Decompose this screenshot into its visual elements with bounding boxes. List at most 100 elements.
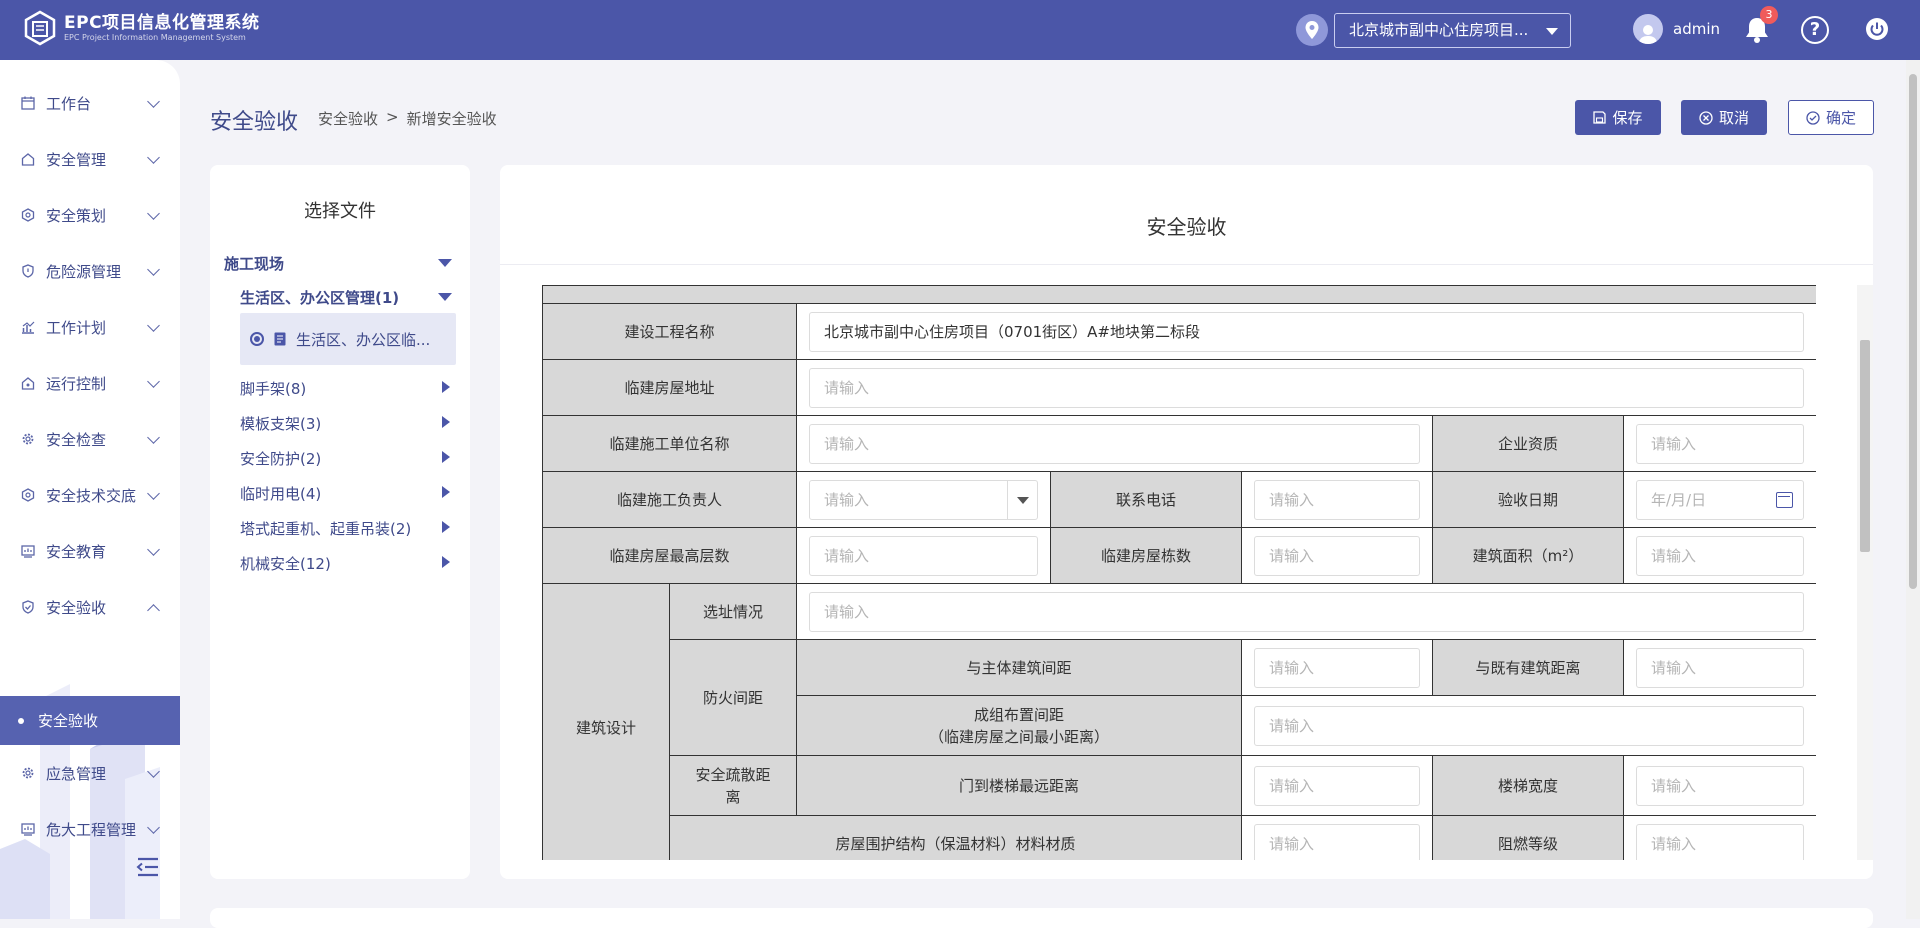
- triangle-right-icon[interactable]: [442, 556, 450, 568]
- tree-category[interactable]: 临时用电(4): [240, 483, 321, 504]
- label-site: 选址情况: [669, 583, 797, 640]
- triangle-down-icon[interactable]: [438, 259, 452, 267]
- document-icon: [274, 332, 286, 346]
- unit-input[interactable]: 请输入: [809, 423, 1420, 464]
- date-input[interactable]: 年/月/日: [1636, 479, 1805, 520]
- submenu-safety-acceptance[interactable]: 安全验收: [0, 696, 180, 745]
- save-icon: [1593, 111, 1607, 124]
- menu-label: 工作台: [46, 94, 92, 113]
- label-evac-line2: 离: [725, 787, 741, 806]
- exist-dist-input[interactable]: 请输入: [1636, 647, 1805, 688]
- confirm-button[interactable]: 确定: [1788, 100, 1874, 135]
- submenu-label: 安全验收: [38, 712, 99, 730]
- menu-safety-management[interactable]: 安全管理: [0, 131, 180, 187]
- flame-input[interactable]: 请输入: [1636, 823, 1805, 860]
- radio-selected-icon[interactable]: [250, 332, 264, 346]
- envelope-input[interactable]: 请输入: [1254, 823, 1420, 860]
- caret-down-icon[interactable]: [1007, 480, 1037, 519]
- tree-group-living-office[interactable]: 生活区、办公区管理(1): [240, 287, 399, 308]
- tree-category[interactable]: 脚手架(8): [240, 378, 306, 399]
- main-dist-input[interactable]: 请输入: [1254, 647, 1420, 688]
- triangle-right-icon[interactable]: [442, 451, 450, 463]
- floors-input[interactable]: 请输入: [809, 535, 1038, 576]
- breadcrumb-item[interactable]: 安全验收: [318, 108, 378, 129]
- label-main-dist: 与主体建筑间距: [796, 639, 1242, 696]
- address-input[interactable]: 请输入: [809, 367, 1805, 408]
- label-count: 临建房屋栋数: [1050, 527, 1242, 584]
- bottom-card: [210, 908, 1873, 928]
- phone-input[interactable]: 请输入: [1254, 479, 1420, 520]
- stair-width-input[interactable]: 请输入: [1636, 765, 1805, 806]
- count-input[interactable]: 请输入: [1254, 535, 1420, 576]
- tree-category[interactable]: 塔式起重机、起重吊装(2): [240, 518, 411, 539]
- triangle-right-icon[interactable]: [442, 381, 450, 393]
- power-icon[interactable]: [1864, 16, 1890, 42]
- menu-major-hazard-projects[interactable]: 危大工程管理: [0, 801, 180, 857]
- tree-category[interactable]: 安全防护(2): [240, 448, 321, 469]
- table-header-strip: [542, 285, 1816, 304]
- monitor-icon: [20, 543, 36, 559]
- menu-safety-planning[interactable]: 安全策划: [0, 187, 180, 243]
- help-icon[interactable]: ?: [1801, 16, 1829, 44]
- tree-root-construction-site[interactable]: 施工现场: [224, 253, 284, 274]
- form-scrollbar-thumb[interactable]: [1860, 340, 1870, 552]
- form-table-scroll[interactable]: 建设工程名称 北京城市副中心住房项目（0701街区）A#地块第二标段 临建房屋地…: [542, 285, 1816, 860]
- menu-safety-inspection[interactable]: 安全检查: [0, 411, 180, 467]
- menu-hazard-management[interactable]: 危险源管理: [0, 243, 180, 299]
- tree-category[interactable]: 机械安全(12): [240, 553, 331, 574]
- menu-safety-education[interactable]: 安全教育: [0, 523, 180, 579]
- chevron-down-icon: [147, 95, 160, 108]
- cell: 请输入: [796, 471, 1051, 528]
- page-scrollbar-thumb[interactable]: [1909, 74, 1917, 589]
- cell: 年/月/日: [1622, 471, 1816, 528]
- home-icon: [20, 151, 36, 167]
- menu-safety-acceptance[interactable]: 安全验收: [0, 579, 180, 635]
- triangle-right-icon[interactable]: [442, 416, 450, 428]
- monitor-icon: [20, 821, 36, 837]
- menu-work-plan[interactable]: 工作计划: [0, 299, 180, 355]
- chevron-down-icon: [147, 319, 160, 332]
- selected-file-item[interactable]: 生活区、办公区临...: [240, 313, 456, 365]
- file-name: 生活区、办公区临...: [296, 330, 431, 349]
- menu-emergency[interactable]: 应急管理: [0, 745, 180, 801]
- area-input[interactable]: 请输入: [1636, 535, 1805, 576]
- calendar-icon[interactable]: [1776, 491, 1794, 508]
- menu-operation-control[interactable]: 运行控制: [0, 355, 180, 411]
- menu-safety-briefing[interactable]: 安全技术交底: [0, 467, 180, 523]
- cell: 请输入: [1622, 815, 1816, 860]
- triangle-down-icon[interactable]: [438, 293, 452, 301]
- menu-label: 应急管理: [46, 764, 107, 783]
- top-bar: EPC项目信息化管理系统 EPC Project Information Man…: [0, 0, 1920, 60]
- label-evac-line1: 安全疏散距: [695, 765, 771, 784]
- cancel-button[interactable]: 取消: [1681, 100, 1767, 135]
- save-label: 保存: [1612, 109, 1643, 127]
- app-logo[interactable]: EPC项目信息化管理系统 EPC Project Information Man…: [22, 10, 260, 46]
- hexagon-icon: [20, 207, 36, 223]
- label-stair-width: 楼梯宽度: [1432, 755, 1624, 816]
- bullet-icon: [18, 717, 24, 724]
- project-select[interactable]: 北京城市副中心住房项目...: [1334, 13, 1571, 48]
- project-name-input[interactable]: 北京城市副中心住房项目（0701街区）A#地块第二标段: [809, 311, 1805, 352]
- gear-icon: [20, 431, 36, 447]
- collapse-menu-icon[interactable]: [134, 856, 160, 878]
- qualification-input[interactable]: 请输入: [1636, 423, 1805, 464]
- page-scrollbar[interactable]: [1906, 60, 1920, 919]
- site-input[interactable]: 请输入: [809, 591, 1805, 632]
- user-menu[interactable]: admin: [1633, 14, 1720, 44]
- label-group-dist: 成组布置间距 （临建房屋之间最小距离）: [796, 695, 1242, 756]
- menu-workbench[interactable]: 工作台: [0, 75, 180, 131]
- triangle-right-icon[interactable]: [442, 486, 450, 498]
- cell: 请输入: [1241, 471, 1433, 528]
- label-phone: 联系电话: [1050, 471, 1242, 528]
- cell: 请输入: [1241, 527, 1433, 584]
- triangle-right-icon[interactable]: [442, 521, 450, 533]
- menu-label: 工作计划: [46, 318, 107, 337]
- label-area: 建筑面积（m²）: [1432, 527, 1624, 584]
- door-dist-input[interactable]: 请输入: [1254, 765, 1420, 806]
- group-dist-input[interactable]: 请输入: [1254, 705, 1805, 746]
- save-button[interactable]: 保存: [1575, 100, 1661, 135]
- menu-label: 运行控制: [46, 374, 107, 393]
- leader-select[interactable]: 请输入: [809, 479, 1038, 520]
- tree-category[interactable]: 模板支架(3): [240, 413, 321, 434]
- shield-icon: [20, 263, 36, 279]
